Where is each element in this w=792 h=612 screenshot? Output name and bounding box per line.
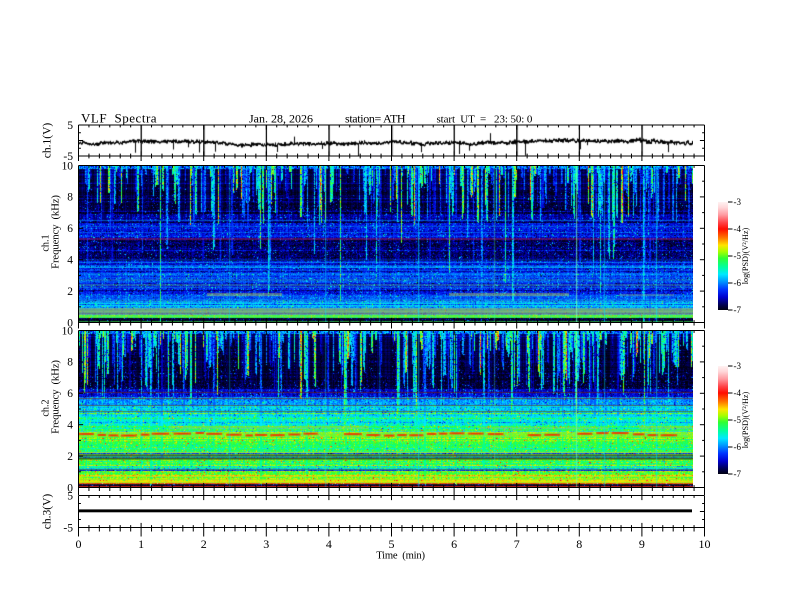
svg-text:0: 0 [67, 317, 73, 329]
svg-text:start UT = 23: 50: 0: start UT = 23: 50: 0 [437, 113, 533, 125]
svg-text:10: 10 [699, 537, 711, 551]
svg-text:-7: -7 [734, 305, 742, 315]
svg-text:ch.1(V): ch.1(V) [42, 123, 54, 159]
svg-text:6: 6 [67, 388, 73, 400]
svg-text:6: 6 [451, 537, 457, 551]
svg-text:8: 8 [67, 192, 73, 204]
svg-text:10: 10 [62, 160, 74, 172]
svg-text:4: 4 [67, 420, 73, 432]
svg-text:VLF Spectra: VLF Spectra [81, 110, 157, 125]
svg-text:station= ATH: station= ATH [345, 111, 406, 125]
svg-text:4: 4 [326, 537, 332, 551]
svg-text:Frequency (kHz): Frequency (kHz) [50, 195, 62, 269]
svg-text:5: 5 [67, 119, 73, 132]
svg-text:log(PSD)(V²/Hz): log(PSD)(V²/Hz) [741, 391, 750, 448]
svg-text:2: 2 [67, 286, 73, 298]
svg-text:8: 8 [576, 537, 582, 551]
svg-text:Frequency (kHz): Frequency (kHz) [50, 360, 62, 434]
svg-text:4: 4 [67, 255, 73, 267]
svg-text:-7: -7 [734, 469, 742, 479]
svg-text:0: 0 [76, 537, 82, 551]
svg-text:log(PSD)(V²/Hz): log(PSD)(V²/Hz) [741, 227, 750, 284]
svg-text:-5: -5 [63, 521, 73, 534]
svg-text:ch.3(V): ch.3(V) [42, 494, 54, 530]
svg-text:5: 5 [389, 537, 395, 551]
svg-text:Time (min): Time (min) [376, 551, 425, 562]
svg-text:1: 1 [138, 537, 144, 551]
svg-text:9: 9 [639, 537, 645, 551]
svg-text:5: 5 [67, 489, 73, 502]
svg-text:Jan. 28, 2026: Jan. 28, 2026 [249, 111, 313, 125]
svg-text:7: 7 [514, 537, 520, 551]
svg-text:8: 8 [67, 357, 73, 369]
svg-text:-3: -3 [734, 361, 742, 371]
svg-text:3: 3 [263, 537, 269, 551]
svg-text:2: 2 [201, 537, 207, 551]
svg-text:6: 6 [67, 223, 73, 235]
svg-text:-3: -3 [734, 197, 742, 207]
svg-text:2: 2 [67, 451, 73, 463]
